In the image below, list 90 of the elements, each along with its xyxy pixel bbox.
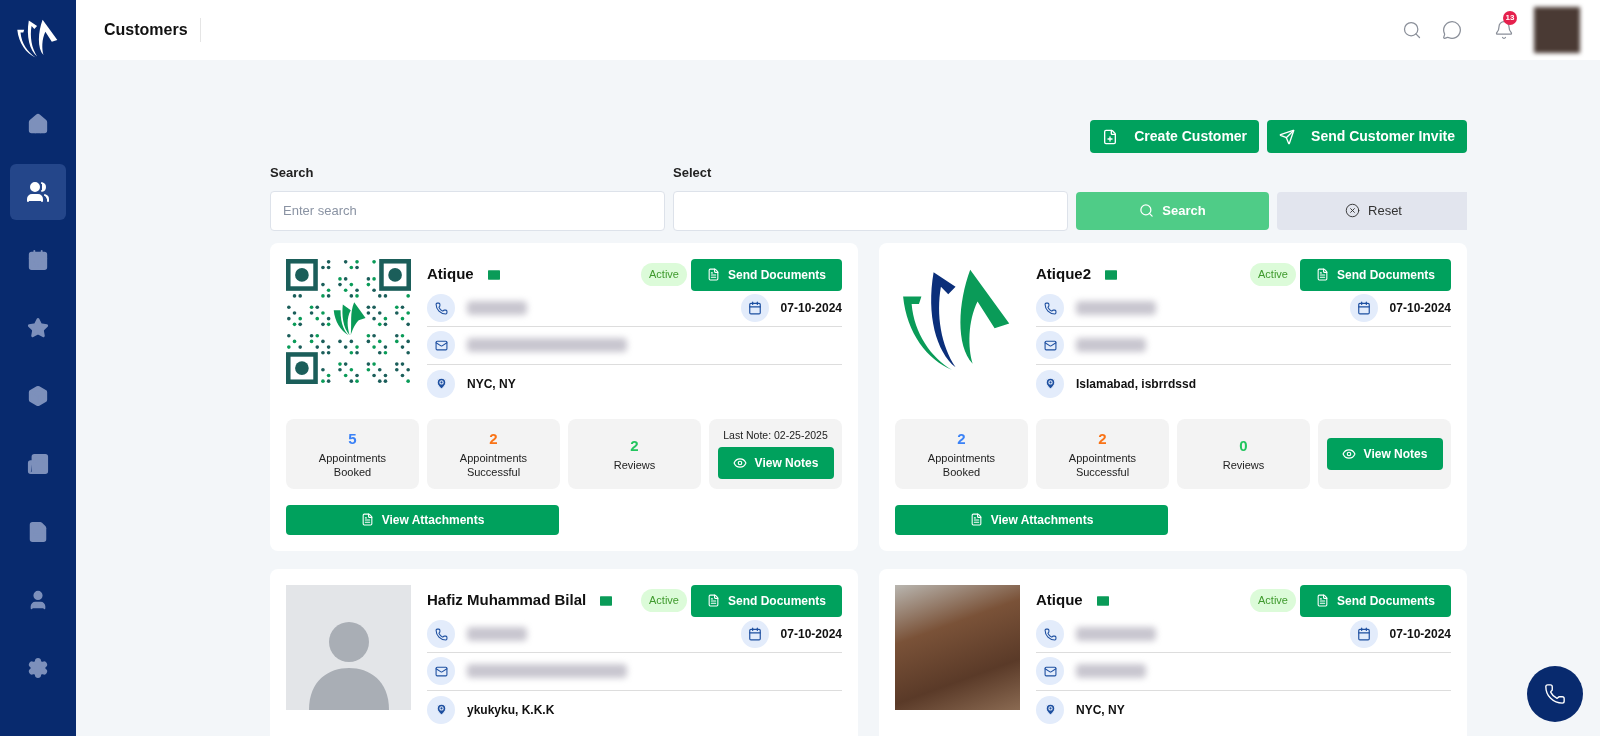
stat-value: 5 (348, 429, 357, 450)
location-text: Islamabad, isbrrdssd (1076, 375, 1197, 393)
phone-icon (427, 620, 455, 648)
calendar-icon (27, 249, 49, 271)
customer-name: Atique (1036, 590, 1083, 611)
calendar-icon (740, 620, 769, 648)
customer-name: Atique2 (1036, 264, 1091, 285)
send-icon (1279, 128, 1296, 145)
call-button[interactable] (1527, 666, 1583, 722)
file-plus-icon (1102, 128, 1119, 145)
stat-label: Appointments Successful (458, 450, 529, 479)
page-title: Customers (104, 18, 201, 42)
blurred-text (1076, 338, 1146, 352)
status-badge: Active (641, 589, 687, 612)
board-icon (27, 453, 49, 475)
location-pin-icon (427, 369, 455, 398)
stat-value: 2 (630, 436, 639, 457)
stat-label: Reviews (1221, 457, 1266, 472)
eye-icon (1341, 446, 1356, 461)
stat-label: Reviews (612, 457, 657, 472)
send-documents-button[interactable]: Send Documents (1300, 584, 1451, 617)
document-icon (969, 513, 983, 526)
stat-label: Appointments Booked (926, 450, 997, 479)
location-text: ykukyku, K.K.K (467, 701, 555, 719)
customer-name: Hafiz Muhammad Bilal (427, 590, 587, 611)
search-icon[interactable] (1402, 20, 1422, 40)
close-icon (1345, 203, 1360, 218)
view-notes-button[interactable]: View Notes (717, 447, 834, 480)
profile-photo-placeholder[interactable] (1534, 7, 1580, 53)
location-text: NYC, NY (467, 375, 516, 393)
search-icon (1139, 203, 1155, 218)
star-icon (27, 317, 49, 339)
search-button[interactable]: Search (1076, 191, 1269, 230)
send-documents-button[interactable]: Send Documents (691, 258, 842, 291)
phone-icon (1036, 620, 1064, 648)
stat-label: Appointments Booked (317, 450, 388, 479)
action-button[interactable]: Send Customer Invite (1267, 120, 1467, 153)
select-field[interactable] (673, 190, 1068, 231)
view-attachments-button[interactable]: View Attachments (895, 504, 1168, 535)
customer-name: Atique (427, 264, 474, 285)
search-field[interactable]: Enter search (270, 190, 665, 231)
action-button[interactable]: Create Customer (1090, 120, 1260, 153)
calendar-icon (740, 294, 769, 322)
box-icon (27, 385, 49, 407)
location-pin-icon (1036, 369, 1064, 398)
document-icon (27, 521, 49, 543)
blurred-text (467, 301, 527, 315)
stat-value: 2 (957, 429, 966, 450)
send-documents-button[interactable]: Send Documents (691, 584, 842, 617)
sidebar-item[interactable] (10, 164, 66, 220)
date-text: 07-10-2024 (780, 300, 842, 317)
status-badge: Active (1250, 263, 1296, 286)
field-label: Select (673, 164, 713, 182)
send-documents-button[interactable]: Send Documents (1300, 258, 1451, 291)
settings-icon (27, 657, 49, 679)
view-attachments-button[interactable]: View Attachments (286, 504, 559, 535)
chat-icon[interactable] (1442, 20, 1462, 40)
stat-value: 2 (1098, 429, 1107, 450)
date-text: 07-10-2024 (780, 626, 842, 643)
phone-icon (1544, 683, 1566, 705)
status-badge: Active (1250, 589, 1296, 612)
document-icon (707, 268, 720, 281)
stat-label: Appointments Successful (1067, 450, 1138, 479)
location-text: NYC, NY (1076, 701, 1125, 719)
blurred-text (1076, 664, 1146, 678)
document-icon (360, 513, 374, 526)
last-note-text: Last Note: 02-25-2025 (723, 427, 828, 443)
status-badge: Active (641, 263, 687, 286)
location-pin-icon (427, 695, 455, 724)
users-icon (26, 180, 50, 204)
stat-value: 2 (489, 429, 498, 450)
reset-button[interactable]: Reset (1277, 191, 1467, 230)
document-icon (1316, 268, 1329, 281)
location-pin-icon (1036, 695, 1064, 724)
calendar-icon (1349, 294, 1378, 322)
document-icon (1316, 594, 1329, 607)
phone-icon (1036, 294, 1064, 322)
phone-icon (427, 294, 455, 322)
calendar-icon (1349, 620, 1378, 648)
stat-value: 0 (1239, 436, 1248, 457)
bell-icon[interactable] (1494, 20, 1514, 40)
eye-icon (732, 456, 747, 471)
blurred-text (467, 627, 527, 641)
view-notes-button[interactable]: View Notes (1326, 437, 1443, 470)
notification-badge: 13 (1503, 11, 1517, 25)
document-icon (707, 594, 720, 607)
date-text: 07-10-2024 (1389, 626, 1451, 643)
field-label: Search (270, 164, 315, 182)
home-icon (27, 113, 49, 135)
date-text: 07-10-2024 (1389, 300, 1451, 317)
